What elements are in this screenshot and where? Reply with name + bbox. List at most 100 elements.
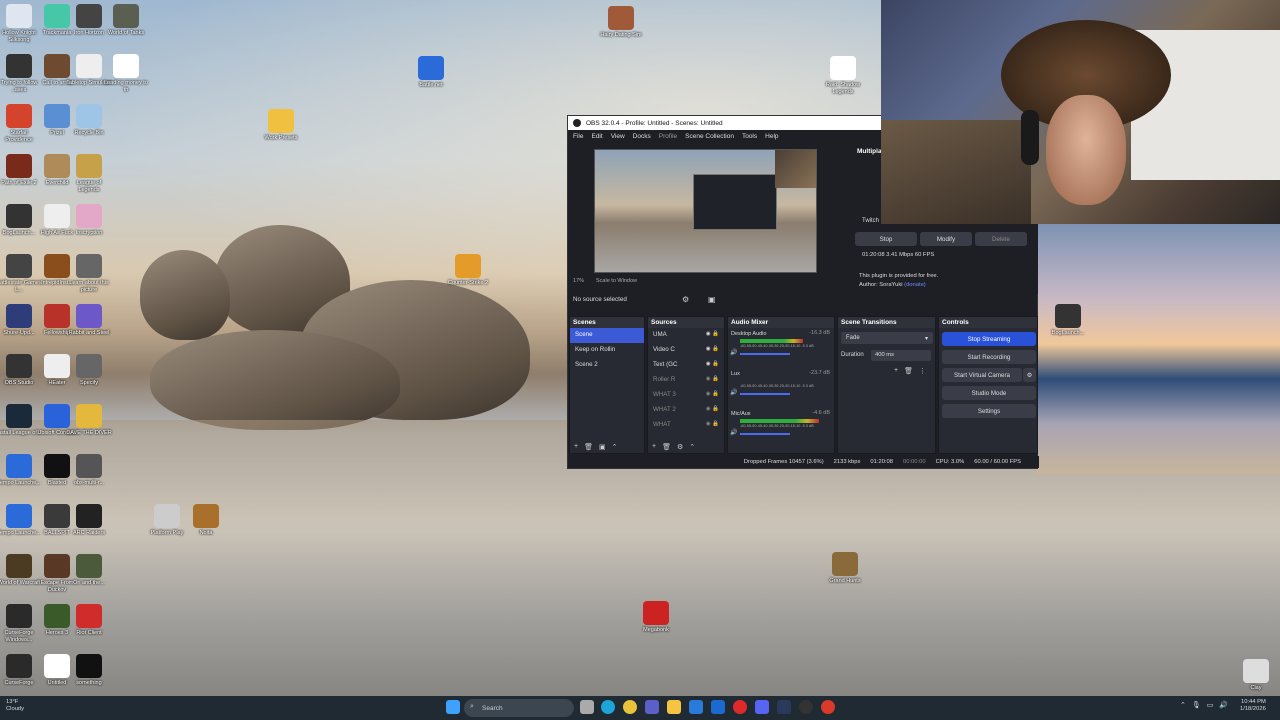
desktop-icon[interactable]: Riot Client xyxy=(66,604,112,637)
menu-help[interactable]: Help xyxy=(765,133,778,140)
source-item[interactable]: WHAT 3 ◉ 🔒 xyxy=(648,388,724,403)
source-properties-gear-icon[interactable]: ⚙ xyxy=(682,295,689,304)
steam-icon[interactable] xyxy=(777,700,791,714)
speaker-icon[interactable]: 🔊 xyxy=(730,389,737,396)
visibility-eye-icon[interactable]: ◉ 🔒 xyxy=(706,421,719,430)
desktop-icon[interactable]: Megabonk xyxy=(633,601,679,634)
visibility-eye-icon[interactable]: ◉ 🔒 xyxy=(706,331,719,340)
menu-edit[interactable]: Edit xyxy=(591,133,602,140)
source-settings-icon[interactable]: ⚙ xyxy=(677,443,683,451)
desktop-icon[interactable]: BogLaunch... xyxy=(1045,304,1091,337)
menu-tools[interactable]: Tools xyxy=(742,133,757,140)
menu-file[interactable]: File xyxy=(573,133,583,140)
desktop-icon[interactable]: Battle.net xyxy=(408,56,454,89)
desktop-icon[interactable]: Work Presets xyxy=(258,109,304,142)
stop-target-button[interactable]: Stop xyxy=(855,232,917,246)
desktop-icon[interactable]: ARC Raiders xyxy=(66,504,112,537)
desktop-icon[interactable]: League of Legends xyxy=(66,154,112,193)
delete-target-button[interactable]: Delete xyxy=(975,232,1027,246)
desktop-icon[interactable]: Leading money to th xyxy=(103,54,149,93)
scene-item[interactable]: Scene 2 xyxy=(570,358,644,373)
donate-link[interactable]: (donate) xyxy=(904,282,926,288)
chrome-icon[interactable] xyxy=(623,700,637,714)
network-icon[interactable]: ▭ xyxy=(1207,701,1214,709)
remove-scene-icon[interactable]: 🗑 xyxy=(584,443,593,451)
desktop-icon[interactable]: something xyxy=(66,654,112,687)
desktop-icon[interactable]: obs-multi-r... xyxy=(66,454,112,487)
source-item[interactable]: Video C ◉ 🔒 xyxy=(648,343,724,358)
chrome-alt-icon[interactable] xyxy=(821,700,835,714)
remove-source-icon[interactable]: 🗑 xyxy=(662,443,671,451)
desktop-icon[interactable]: DAVE THE DIVER xyxy=(66,404,112,437)
volume-slider[interactable] xyxy=(740,353,790,355)
desktop-icon[interactable]: Clay xyxy=(1233,659,1279,692)
speaker-icon[interactable]: 🔊 xyxy=(730,429,737,436)
studio-mode-button[interactable]: Studio Mode xyxy=(942,386,1036,400)
source-item[interactable]: WHAT 2 ◉ 🔒 xyxy=(648,403,724,418)
visibility-eye-icon[interactable]: ◉ 🔒 xyxy=(706,391,719,400)
volume-slider[interactable] xyxy=(740,433,790,435)
edge-icon[interactable] xyxy=(601,700,615,714)
visibility-eye-icon[interactable]: ◉ 🔒 xyxy=(706,406,719,415)
outlook-icon[interactable] xyxy=(711,700,725,714)
add-transition-icon[interactable]: + xyxy=(894,367,898,375)
volume-slider[interactable] xyxy=(740,393,790,395)
desktop-icon[interactable]: Inscryption xyxy=(66,204,112,237)
start-recording-button[interactable]: Start Recording xyxy=(942,350,1036,364)
desktop-icon[interactable]: Specify xyxy=(66,354,112,387)
desktop-icon[interactable]: Grand Hunts xyxy=(822,552,868,585)
visibility-eye-icon[interactable]: ◉ 🔒 xyxy=(706,376,719,385)
visibility-eye-icon[interactable]: ◉ 🔒 xyxy=(706,361,719,370)
menu-scene-collection[interactable]: Scene Collection xyxy=(685,133,734,140)
chevron-up-icon[interactable]: ⌃ xyxy=(1180,701,1186,709)
weather-widget[interactable]: 13°F Cloudy xyxy=(6,699,24,713)
speaker-icon[interactable]: 🔊 xyxy=(730,349,737,356)
microphone-icon[interactable]: 🎙 xyxy=(1192,701,1201,709)
desktop-icon[interactable]: Counter-Strike 2 xyxy=(445,254,491,287)
clock[interactable]: 10:44 PM 1/18/2026 xyxy=(1240,699,1266,713)
add-source-icon[interactable]: + xyxy=(652,443,656,451)
transition-type-select[interactable]: Fade ▾ xyxy=(841,332,933,344)
desktop-icon[interactable]: Raid: Shadow Legends xyxy=(820,56,866,95)
source-item[interactable]: UMA ◉ 🔒 xyxy=(648,328,724,343)
source-filters-icon[interactable]: ▣ xyxy=(708,295,716,304)
move-up-icon[interactable]: ⌃ xyxy=(689,443,695,451)
store-icon[interactable] xyxy=(689,700,703,714)
taskbar-search[interactable]: ⌕ Search xyxy=(464,699,574,717)
more-options-icon[interactable]: ⋮ xyxy=(919,367,926,375)
desktop-icon[interactable]: Hairy Dating Sim xyxy=(598,6,644,39)
start-windows-icon[interactable] xyxy=(446,700,460,714)
start-virtual-camera-button[interactable]: Start Virtual Camera xyxy=(942,368,1022,382)
source-item[interactable]: Text (GC ◉ 🔒 xyxy=(648,358,724,373)
scene-filters-icon[interactable]: ▣ xyxy=(599,443,606,451)
obs-taskbar-icon[interactable] xyxy=(799,700,813,714)
desktop-icon[interactable]: Ori and the... xyxy=(66,554,112,587)
modify-target-button[interactable]: Modify xyxy=(920,232,972,246)
stop-streaming-button[interactable]: Stop Streaming xyxy=(942,332,1036,346)
discord-icon[interactable] xyxy=(755,700,769,714)
settings-button[interactable]: Settings xyxy=(942,404,1036,418)
file-explorer-icon[interactable] xyxy=(667,700,681,714)
teams-icon[interactable] xyxy=(645,700,659,714)
opera-icon[interactable] xyxy=(733,700,747,714)
scale-select[interactable]: Scale to Window xyxy=(596,278,637,288)
zoom-level[interactable]: 17% xyxy=(573,278,584,288)
menu-profile[interactable]: Profile xyxy=(659,133,677,140)
volume-icon[interactable]: 🔊 xyxy=(1219,701,1228,709)
source-item[interactable]: WHAT ◉ 🔒 xyxy=(648,418,724,433)
desktop-icon[interactable]: World of Tanks xyxy=(103,4,149,37)
remove-transition-icon[interactable]: 🗑 xyxy=(904,367,913,375)
scene-item[interactable]: Keep on Rollin xyxy=(570,343,644,358)
move-up-icon[interactable]: ⌃ xyxy=(612,443,618,451)
source-item[interactable]: Roller R ◉ 🔒 xyxy=(648,373,724,388)
desktop-icon[interactable]: Recycle Bin xyxy=(66,104,112,137)
visibility-eye-icon[interactable]: ◉ 🔒 xyxy=(706,346,719,355)
duration-input[interactable]: 400 ms xyxy=(871,350,931,361)
virtual-camera-settings-gear-icon[interactable]: ⚙ xyxy=(1023,368,1036,382)
add-scene-icon[interactable]: + xyxy=(574,443,578,451)
task-view-icon[interactable] xyxy=(580,700,594,714)
desktop-icon[interactable]: Learn about this picture xyxy=(66,254,112,293)
menu-docks[interactable]: Docks xyxy=(633,133,651,140)
menu-view[interactable]: View xyxy=(611,133,625,140)
desktop-icon[interactable]: Rabbit and Steel xyxy=(66,304,112,337)
